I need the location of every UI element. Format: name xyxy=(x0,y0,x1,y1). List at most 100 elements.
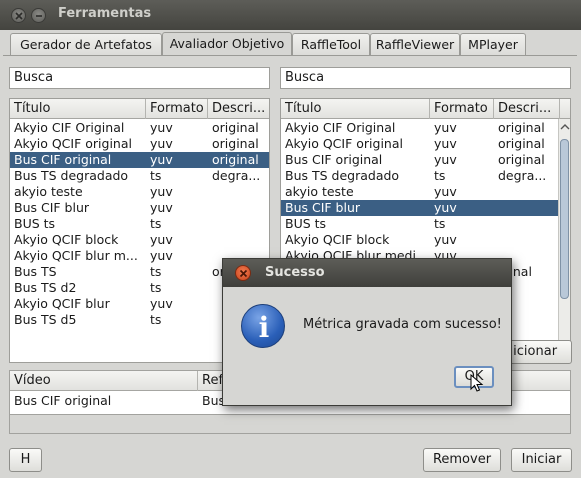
mouse-pointer-icon xyxy=(470,374,484,392)
title-cell: Akyio CIF Original xyxy=(14,120,125,135)
title-cell: Akyio QCIF block xyxy=(14,232,119,247)
info-icon: i xyxy=(241,304,285,348)
format-cell: yuv xyxy=(150,152,173,167)
title-cell: Akyio QCIF block xyxy=(285,232,390,247)
close-icon[interactable] xyxy=(235,265,251,281)
table-row[interactable]: Bus CIF original yuv original xyxy=(281,152,570,168)
format-cell: yuv xyxy=(150,120,173,135)
right-table-header: Título Formato Descri... xyxy=(281,99,570,119)
title-cell: Akyio QCIF blur m... xyxy=(14,248,138,263)
description-cell: original xyxy=(212,120,259,135)
table-row[interactable]: Akyio QCIF block yuv xyxy=(281,232,570,248)
tab-raffletool[interactable]: RaffleTool xyxy=(292,33,370,55)
format-cell: yuv xyxy=(150,200,173,215)
table-row[interactable]: Bus CIF original yuv original xyxy=(10,152,269,168)
title-cell: Bus TS degradado xyxy=(14,168,129,183)
title-cell: Akyio QCIF blur xyxy=(14,296,110,311)
table-row[interactable]: Bus TS degradado ts degra... xyxy=(10,168,269,184)
format-cell: yuv xyxy=(150,248,173,263)
tab-raffleviewer[interactable]: RaffleViewer xyxy=(370,33,460,55)
format-cell: yuv xyxy=(434,136,457,151)
dialog-title: Sucesso xyxy=(265,265,325,280)
title-cell: Bus TS xyxy=(14,264,57,279)
scrollbar-thumb[interactable] xyxy=(560,139,569,299)
start-button[interactable]: Iniciar xyxy=(511,448,572,472)
left-search-input[interactable]: Busca xyxy=(9,67,270,89)
format-cell: yuv xyxy=(150,136,173,151)
column-header-descricao[interactable]: Descri... xyxy=(208,99,269,119)
format-cell: ts xyxy=(150,264,162,279)
column-header-formato[interactable]: Formato xyxy=(146,99,208,119)
format-cell: yuv xyxy=(434,152,457,167)
title-cell: Bus CIF original xyxy=(14,152,112,167)
window-title: Ferramentas xyxy=(58,6,152,21)
format-cell: ts xyxy=(150,168,162,183)
left-table-header: Título Formato Descri... xyxy=(10,99,269,119)
table-row[interactable]: Akyio QCIF original yuv original xyxy=(281,136,570,152)
format-cell: yuv xyxy=(434,120,457,135)
format-cell: yuv xyxy=(434,232,457,247)
right-table-scrollbar[interactable] xyxy=(558,119,570,362)
column-header-video[interactable]: Vídeo xyxy=(10,371,198,391)
description-cell: original xyxy=(212,152,259,167)
format-cell: ts xyxy=(434,168,446,183)
main-window: Gerador de Artefatos Avaliador Objetivo … xyxy=(0,30,581,478)
description-cell: original xyxy=(498,120,545,135)
tab-divider xyxy=(3,55,577,56)
column-header-titulo[interactable]: Título xyxy=(10,99,146,119)
table-row[interactable]: BUS ts ts xyxy=(10,216,269,232)
format-cell: yuv xyxy=(434,184,457,199)
title-cell: BUS ts xyxy=(14,216,56,231)
title-cell: akyio teste xyxy=(14,184,83,199)
description-cell: degra... xyxy=(498,168,547,183)
table-row[interactable]: Bus CIF blur yuv xyxy=(281,200,570,216)
description-cell: original xyxy=(498,136,545,151)
table-row[interactable]: akyio teste yuv xyxy=(10,184,269,200)
title-cell: akyio teste xyxy=(285,184,354,199)
table-row[interactable]: Akyio CIF Original yuv original xyxy=(10,120,269,136)
tab-avaliador-objetivo[interactable]: Avaliador Objetivo xyxy=(162,32,292,56)
scroll-up-icon[interactable] xyxy=(560,123,570,131)
title-cell: Bus TS d5 xyxy=(14,312,77,327)
h-button[interactable]: H xyxy=(9,448,42,472)
format-cell: yuv xyxy=(150,296,173,311)
table-row[interactable]: Bus CIF blur yuv xyxy=(10,200,269,216)
right-search-input[interactable]: Busca xyxy=(280,67,571,89)
remove-button[interactable]: Remover xyxy=(423,448,501,472)
title-cell: Bus CIF blur xyxy=(14,200,90,215)
title-cell: Bus TS degradado xyxy=(285,168,400,183)
title-cell: Bus TS d2 xyxy=(14,280,77,295)
table-row[interactable]: BUS ts ts xyxy=(281,216,570,232)
minimize-icon[interactable] xyxy=(31,8,46,23)
title-cell: Akyio QCIF original xyxy=(285,136,403,151)
format-cell: ts xyxy=(150,216,162,231)
table-row[interactable]: Akyio CIF Original yuv original xyxy=(281,120,570,136)
table-row[interactable]: Bus TS degradado ts degra... xyxy=(281,168,570,184)
table-row[interactable]: akyio teste yuv xyxy=(281,184,570,200)
table-row[interactable]: Akyio QCIF block yuv xyxy=(10,232,269,248)
tab-gerador-de-artefatos[interactable]: Gerador de Artefatos xyxy=(10,33,162,55)
window-titlebar: Ferramentas xyxy=(0,0,581,30)
title-cell: Bus CIF blur xyxy=(285,200,361,215)
description-cell: original xyxy=(498,152,545,167)
format-cell: yuv xyxy=(150,232,173,247)
dialog-message: Métrica gravada com sucesso! xyxy=(303,317,502,332)
video-cell: Bus CIF original xyxy=(14,393,112,408)
format-cell: yuv xyxy=(434,200,457,215)
close-icon[interactable] xyxy=(11,8,26,23)
format-cell: yuv xyxy=(150,184,173,199)
column-header-titulo[interactable]: Título xyxy=(281,99,430,119)
format-cell: ts xyxy=(150,280,162,295)
format-cell: ts xyxy=(150,312,162,327)
title-cell: Akyio QCIF original xyxy=(14,136,132,151)
title-cell: Bus CIF original xyxy=(285,152,383,167)
success-dialog: Sucesso i Métrica gravada com sucesso! O… xyxy=(222,258,512,406)
title-cell: Akyio CIF Original xyxy=(285,120,396,135)
title-cell: BUS ts xyxy=(285,216,327,231)
column-header-formato[interactable]: Formato xyxy=(430,99,494,119)
format-cell: ts xyxy=(434,216,446,231)
dialog-titlebar: Sucesso xyxy=(223,259,511,287)
tab-mplayer[interactable]: MPlayer xyxy=(460,33,526,55)
column-header-descricao[interactable]: Descri... xyxy=(494,99,560,119)
table-row[interactable]: Akyio QCIF original yuv original xyxy=(10,136,269,152)
